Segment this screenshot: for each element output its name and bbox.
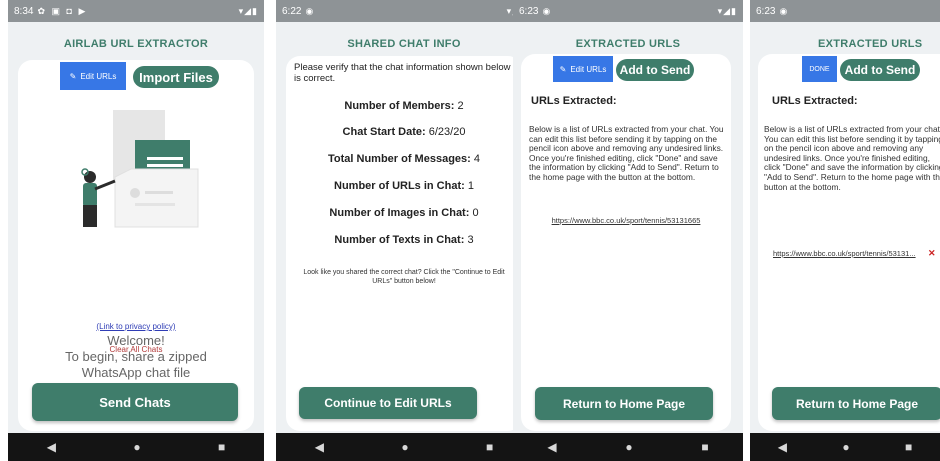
stat-start-date: Chat Start Date: 6/23/20 bbox=[342, 126, 466, 138]
android-nav-bar: ◀ ● ■ bbox=[513, 433, 743, 461]
status-notification-icons: ◉ bbox=[305, 5, 316, 16]
status-notification-icons: ◉ bbox=[779, 5, 790, 16]
recents-icon[interactable]: ■ bbox=[486, 440, 493, 454]
page-title: SHARED CHAT INFO bbox=[347, 38, 461, 50]
home-icon[interactable]: ● bbox=[401, 440, 408, 454]
stat-urls: Number of URLs in Chat: 1 bbox=[334, 180, 474, 192]
content-card: ✎ Edit URLs Import Files Welcome! To beg… bbox=[18, 60, 254, 431]
status-time: 8:34 bbox=[14, 5, 34, 17]
instructions-text: Below is a list of URLs extracted from y… bbox=[764, 125, 940, 192]
confirmation-message: Look like you shared the correct chat? C… bbox=[303, 269, 505, 285]
home-icon[interactable]: ● bbox=[842, 440, 849, 454]
content-card: DONE Add to Send URLs Extracted: Below i… bbox=[758, 54, 940, 431]
page-title: AIRLAB URL EXTRACTOR bbox=[63, 38, 209, 50]
status-time: 6:23 bbox=[756, 5, 776, 17]
pencil-icon: ✎ bbox=[559, 64, 567, 74]
welcome-message: Welcome! To begin, share a zipped WhatsA… bbox=[65, 333, 207, 380]
privacy-policy-link[interactable]: (Link to privacy policy) bbox=[18, 322, 254, 331]
return-to-home-button[interactable]: Return to Home Page bbox=[535, 387, 713, 420]
back-icon[interactable]: ◀ bbox=[315, 440, 324, 454]
return-to-home-button[interactable]: Return to Home Page bbox=[772, 387, 940, 420]
stat-members: Number of Members: 2 bbox=[344, 100, 464, 112]
android-nav-bar: ◀ ● ■ bbox=[750, 433, 940, 461]
pencil-icon: ✎ bbox=[69, 71, 77, 81]
status-bar: 8:34 ✿ ▣ ◘ ▶ ▾◢▮ bbox=[8, 0, 264, 22]
page-title: EXTRACTED URLS bbox=[575, 38, 681, 50]
home-icon[interactable]: ● bbox=[133, 440, 140, 454]
status-signal-battery-icon: ▾◢▮ bbox=[717, 5, 737, 16]
status-signal-battery-icon: ▾◢▮ bbox=[238, 5, 258, 16]
back-icon[interactable]: ◀ bbox=[547, 440, 556, 454]
add-to-send-button[interactable]: Add to Send bbox=[840, 59, 920, 81]
urls-extracted-heading: URLs Extracted: bbox=[772, 95, 858, 107]
clear-all-chats-button[interactable]: Clear All Chats bbox=[18, 345, 254, 354]
extracted-url-item[interactable]: https://www.bbc.co.uk/sport/tennis/53131… bbox=[521, 216, 731, 225]
back-icon[interactable]: ◀ bbox=[778, 440, 787, 454]
status-bar: 6:23 ◉ bbox=[750, 0, 940, 22]
stat-texts: Number of Texts in Chat: 3 bbox=[334, 234, 474, 246]
back-icon[interactable]: ◀ bbox=[47, 440, 56, 454]
status-time: 6:23 bbox=[519, 5, 539, 17]
screen-home: 8:34 ✿ ▣ ◘ ▶ ▾◢▮ AIRLAB URL EXTRACTOR ✎ … bbox=[8, 0, 264, 461]
done-button[interactable]: DONE bbox=[802, 56, 837, 82]
screen-shared-chat-info: 6:22 ◉ ▾◢▮ SHARED CHAT INFO Please verif… bbox=[276, 0, 532, 461]
content-card: ✎ Edit URLs Add to Send URLs Extracted: … bbox=[521, 54, 731, 431]
stat-total-messages: Total Number of Messages: 4 bbox=[327, 153, 480, 165]
screen-extracted-urls-editing: 6:23 ◉ EXTRACTED URLS DONE Add to Send U… bbox=[750, 0, 940, 461]
recents-icon[interactable]: ■ bbox=[218, 440, 225, 454]
remove-url-icon[interactable]: ✕ bbox=[928, 248, 936, 259]
recents-icon[interactable]: ■ bbox=[905, 440, 912, 454]
recents-icon[interactable]: ■ bbox=[701, 440, 708, 454]
edit-urls-button[interactable]: ✎ Edit URLs bbox=[553, 56, 613, 82]
status-notification-icons: ◉ bbox=[542, 5, 553, 16]
continue-to-edit-urls-button[interactable]: Continue to Edit URLs bbox=[299, 387, 477, 419]
instructions-text: Below is a list of URLs extracted from y… bbox=[529, 124, 724, 182]
status-time: 6:22 bbox=[282, 5, 302, 17]
extracted-url-item[interactable]: https://www.bbc.co.uk/sport/tennis/53131… bbox=[773, 249, 916, 258]
android-nav-bar: ◀ ● ■ bbox=[276, 433, 532, 461]
stat-images: Number of Images in Chat: 0 bbox=[329, 207, 479, 219]
send-chats-button[interactable]: Send Chats bbox=[32, 383, 238, 421]
status-bar: 6:22 ◉ ▾◢▮ bbox=[276, 0, 532, 22]
content-card: Please verify that the chat information … bbox=[286, 56, 522, 431]
urls-extracted-heading: URLs Extracted: bbox=[531, 95, 617, 107]
welcome-illustration bbox=[81, 110, 199, 228]
import-files-button[interactable]: Import Files bbox=[133, 66, 219, 88]
verify-instructions: Please verify that the chat information … bbox=[294, 62, 511, 84]
status-bar: 6:23 ◉ ▾◢▮ bbox=[513, 0, 743, 22]
page-title: EXTRACTED URLS bbox=[818, 38, 923, 50]
edit-urls-button[interactable]: ✎ Edit URLs bbox=[60, 62, 126, 90]
screen-extracted-urls: 6:23 ◉ ▾◢▮ EXTRACTED URLS ✎ Edit URLs Ad… bbox=[513, 0, 743, 461]
android-nav-bar: ◀ ● ■ bbox=[8, 433, 264, 461]
status-notification-icons: ✿ ▣ ◘ ▶ bbox=[37, 5, 88, 16]
add-to-send-button[interactable]: Add to Send bbox=[616, 59, 694, 81]
home-icon[interactable]: ● bbox=[625, 440, 632, 454]
